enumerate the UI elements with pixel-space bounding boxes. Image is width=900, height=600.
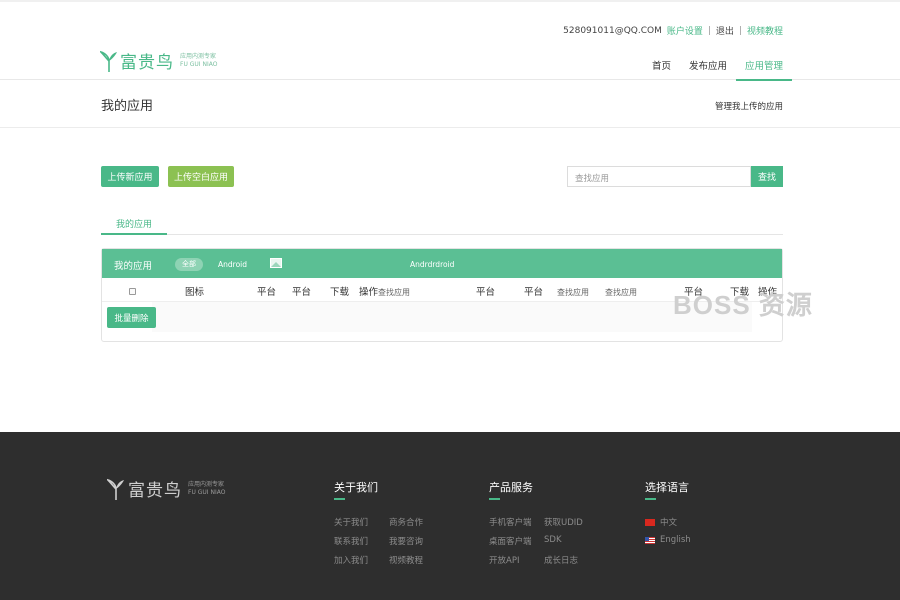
footer-logo[interactable]: 富贵鸟 应用内测专家 FU GUI NIAO xyxy=(107,476,225,501)
column-header-search: 查找应用 xyxy=(605,288,637,297)
footer-product-links: 手机客户端 获取UDID 桌面客户端 SDK 开放API 成长日志 xyxy=(489,516,599,566)
upload-blank-app-button[interactable]: 上传空白应用 xyxy=(168,166,234,187)
footer-brand-slogan: 应用内测专家 FU GUI NIAO xyxy=(188,481,225,497)
filter-android[interactable]: Android xyxy=(218,260,247,269)
footer-slogan-cn: 应用内测专家 xyxy=(188,480,225,488)
logout-link[interactable]: 退出 xyxy=(716,24,734,37)
page-titlebar: 我的应用 管理我上传的应用 xyxy=(0,80,900,128)
broken-image-icon xyxy=(270,258,282,268)
account-settings-link[interactable]: 账户设置 xyxy=(667,24,703,37)
batch-delete-button[interactable]: 批量删除 xyxy=(107,307,156,328)
brand-name: 富贵鸟 xyxy=(120,53,174,73)
footer-link-api[interactable]: 开放API xyxy=(489,554,544,566)
column-header-downloads: 下载 xyxy=(330,287,350,298)
footer-about-column: 关于我们 xyxy=(334,479,378,500)
panel-header: 我的应用 全部 Android Andrdrdroid xyxy=(102,249,782,278)
footer-slogan-en: FU GUI NIAO xyxy=(188,488,226,496)
separator: | xyxy=(707,25,711,36)
search-input[interactable]: 查找应用 xyxy=(567,166,751,187)
us-flag-icon xyxy=(645,536,655,544)
separator: | xyxy=(738,25,742,36)
site-header: 528091011@QQ.COM 账户设置 | 退出 | 视频教程 富贵鸟 应用… xyxy=(0,0,900,81)
footer-language-title: 选择语言 xyxy=(645,479,689,500)
nav-home[interactable]: 首页 xyxy=(643,52,680,81)
footer-language-column: 选择语言 xyxy=(645,479,689,500)
site-logo[interactable]: 富贵鸟 应用内测专家 FU GUI NIAO xyxy=(100,48,217,73)
footer-link-changelog[interactable]: 成长日志 xyxy=(544,554,599,566)
table-row xyxy=(152,302,752,332)
brand-slogan: 应用内测专家 FU GUI NIAO xyxy=(180,53,217,69)
page-description: 管理我上传的应用 xyxy=(714,102,783,112)
bird-leaf-icon xyxy=(107,478,124,500)
tab-divider xyxy=(101,234,783,235)
footer-link-mobile-client[interactable]: 手机客户端 xyxy=(489,516,544,528)
nav-app-management[interactable]: 应用管理 xyxy=(735,52,792,81)
filter-android-alt[interactable]: Andrdrdroid xyxy=(410,260,454,269)
site-footer: 富贵鸟 应用内测专家 FU GUI NIAO 关于我们 关于我们 商务合作 联系… xyxy=(0,432,900,600)
nav-publish-app[interactable]: 发布应用 xyxy=(680,52,736,81)
footer-link-sdk[interactable]: SDK xyxy=(544,535,599,547)
china-flag-icon xyxy=(645,518,655,526)
filter-all[interactable]: 全部 xyxy=(175,258,203,271)
footer-link-udid[interactable]: 获取UDID xyxy=(544,516,599,528)
main-nav: 首页 发布应用 应用管理 xyxy=(643,52,792,81)
select-all-checkbox[interactable] xyxy=(129,288,136,295)
language-label: English xyxy=(660,535,691,545)
panel-title: 我的应用 xyxy=(114,261,153,272)
column-header-platform: 平台 xyxy=(524,287,544,298)
column-header-platform: 平台 xyxy=(292,287,312,298)
column-header-search: 查找应用 xyxy=(378,288,410,297)
language-english[interactable]: English xyxy=(645,535,691,545)
footer-product-column: 产品服务 xyxy=(489,479,533,500)
footer-brand-name: 富贵鸟 xyxy=(128,481,182,501)
footer-link-consult[interactable]: 我要咨询 xyxy=(389,535,444,547)
column-header-platform: 平台 xyxy=(476,287,496,298)
column-header-platform: 平台 xyxy=(257,287,277,298)
top-links: 528091011@QQ.COM 账户设置 | 退出 | 视频教程 xyxy=(563,24,783,38)
account-email[interactable]: 528091011@QQ.COM xyxy=(563,26,662,36)
page-title: 我的应用 xyxy=(101,99,154,114)
slogan-cn: 应用内测专家 xyxy=(180,52,217,60)
footer-about-links: 关于我们 商务合作 联系我们 我要咨询 加入我们 视频教程 xyxy=(334,516,444,566)
slogan-en: FU GUI NIAO xyxy=(180,60,218,68)
language-chinese[interactable]: 中文 xyxy=(645,516,691,528)
footer-link-about[interactable]: 关于我们 xyxy=(334,516,389,528)
language-label: 中文 xyxy=(660,518,678,528)
upload-new-app-button[interactable]: 上传新应用 xyxy=(101,166,159,187)
footer-about-title: 关于我们 xyxy=(334,479,378,500)
footer-product-title: 产品服务 xyxy=(489,479,533,500)
bird-leaf-icon xyxy=(100,50,117,72)
footer-link-business[interactable]: 商务合作 xyxy=(389,516,444,528)
footer-link-video[interactable]: 视频教程 xyxy=(389,554,444,566)
column-header-icon: 图标 xyxy=(185,287,205,298)
footer-link-contact[interactable]: 联系我们 xyxy=(334,535,389,547)
language-list: 中文 English xyxy=(645,516,691,545)
search-button[interactable]: 查找 xyxy=(751,166,783,187)
tab-my-apps[interactable]: 我的应用 xyxy=(101,212,167,235)
footer-link-join[interactable]: 加入我们 xyxy=(334,554,389,566)
column-header-actions: 操作 xyxy=(359,287,379,298)
footer-link-desktop-client[interactable]: 桌面客户端 xyxy=(489,535,544,547)
column-header-search: 查找应用 xyxy=(557,288,589,297)
video-tutorial-link[interactable]: 视频教程 xyxy=(747,24,783,37)
watermark: BOSS 资源 xyxy=(673,290,813,320)
